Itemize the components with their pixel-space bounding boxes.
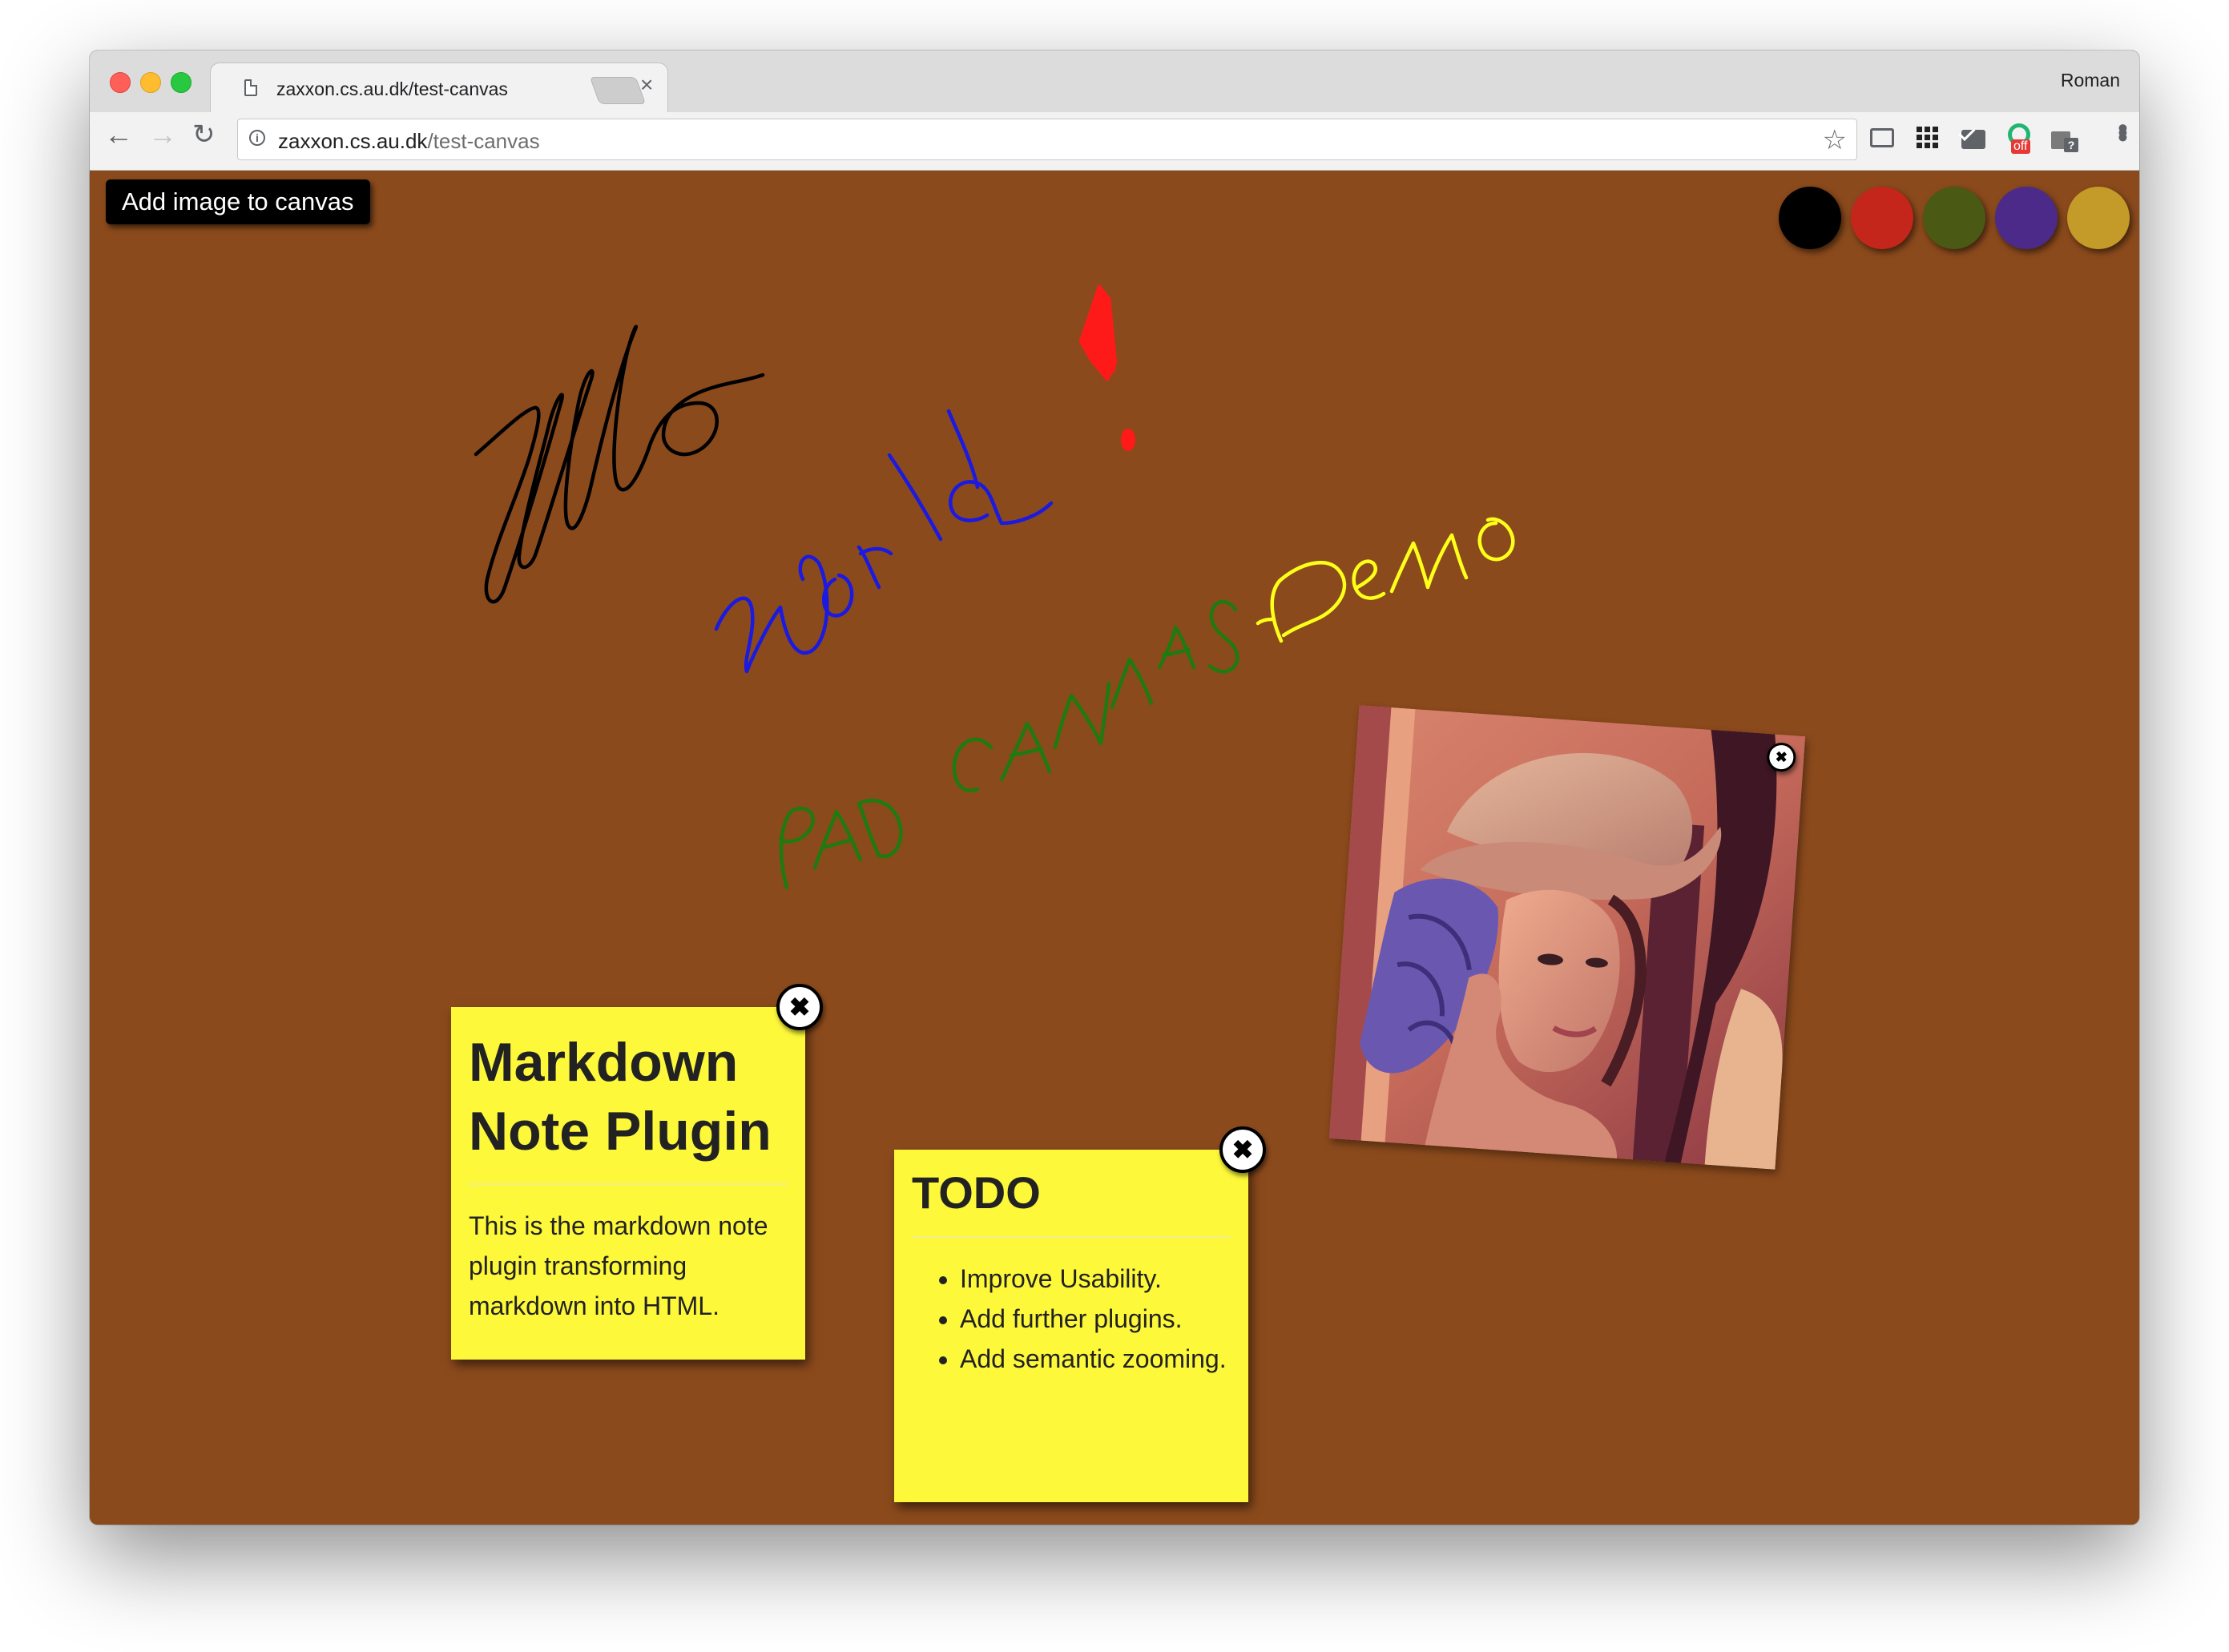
close-note-button[interactable]: ✖ bbox=[1219, 1126, 1266, 1173]
back-arrow-icon[interactable]: ← bbox=[104, 120, 133, 149]
extension-help-icon[interactable]: ? bbox=[2051, 125, 2080, 152]
browser-window: zaxxon.cs.au.dk/test-canvas × Roman ← → … bbox=[90, 50, 2139, 1525]
tab-strip: zaxxon.cs.au.dk/test-canvas × Roman bbox=[90, 50, 2139, 114]
browser-menu-icon[interactable]: ••• bbox=[2107, 123, 2138, 138]
url-path: /test-canvas bbox=[427, 129, 540, 153]
forward-arrow-icon[interactable]: → bbox=[148, 120, 177, 149]
note-title: Markdown Note Plugin bbox=[469, 1032, 772, 1162]
grid-cell bbox=[1925, 127, 1930, 132]
cast-icon[interactable] bbox=[1870, 128, 1894, 147]
grid-cell bbox=[1933, 143, 1938, 148]
url-text[interactable]: zaxxon.cs.au.dk/test-canvas bbox=[278, 129, 540, 154]
grid-cell bbox=[1917, 127, 1922, 132]
info-icon[interactable]: i bbox=[249, 130, 265, 146]
note-divider bbox=[469, 1183, 788, 1185]
profile-name[interactable]: Roman bbox=[2061, 70, 2120, 91]
note-divider bbox=[912, 1236, 1231, 1238]
tab-close-icon[interactable]: × bbox=[640, 74, 653, 96]
ink-stroke-pad-canvas bbox=[778, 599, 1239, 890]
note-body: This is the markdown note plugin transfo… bbox=[469, 1211, 768, 1320]
close-note-button[interactable]: ✖ bbox=[776, 984, 823, 1030]
bookmark-star-icon[interactable]: ☆ bbox=[1823, 124, 1847, 156]
new-tab-button[interactable] bbox=[589, 77, 647, 104]
grid-cell bbox=[1917, 135, 1922, 140]
grid-cell bbox=[1933, 135, 1938, 140]
apps-grid-icon[interactable] bbox=[1917, 127, 1939, 149]
reload-icon[interactable]: ↻ bbox=[192, 121, 216, 148]
maximize-window-button[interactable] bbox=[171, 72, 191, 93]
mail-check-icon[interactable] bbox=[1961, 130, 1985, 149]
ink-stroke-world bbox=[714, 409, 1054, 674]
page-icon bbox=[244, 79, 257, 96]
grid-cell bbox=[1925, 143, 1930, 148]
off-badge: off bbox=[2011, 139, 2030, 154]
ink-stroke-demo bbox=[1256, 517, 1515, 643]
drawing-canvas[interactable]: Add image to canvas ✖ Markdown Note Plug… bbox=[90, 171, 2139, 1525]
tab-title: zaxxon.cs.au.dk/test-canvas bbox=[276, 79, 508, 99]
browser-toolbar: ← → ↻ i zaxxon.cs.au.dk/test-canvas ☆ of… bbox=[90, 112, 2139, 171]
canvas-image[interactable]: ✖ bbox=[1328, 705, 1806, 1170]
address-bar[interactable]: i zaxxon.cs.au.dk/test-canvas ☆ bbox=[237, 119, 1857, 160]
help-badge: ? bbox=[2064, 138, 2078, 152]
close-window-button[interactable] bbox=[110, 72, 131, 93]
note-title: TODO bbox=[912, 1167, 1041, 1218]
markdown-note[interactable]: Markdown Note Plugin This is the markdow… bbox=[451, 1007, 805, 1360]
portrait-photo bbox=[1328, 705, 1806, 1170]
extension-off-icon[interactable]: off bbox=[2006, 123, 2034, 155]
ink-stroke-hello bbox=[474, 324, 765, 604]
grid-cell bbox=[1917, 143, 1922, 148]
grid-cell bbox=[1933, 127, 1938, 132]
todo-note[interactable]: TODO Improve Usability. Add further plug… bbox=[894, 1150, 1248, 1502]
url-host: zaxxon.cs.au.dk bbox=[278, 129, 428, 153]
todo-list: Improve Usability. Add further plugins. … bbox=[894, 1259, 1248, 1379]
list-item: Add further plugins. bbox=[960, 1299, 1231, 1339]
minimize-window-button[interactable] bbox=[140, 72, 161, 93]
list-item: Improve Usability. bbox=[960, 1259, 1231, 1299]
ink-stroke-exclamation bbox=[1078, 284, 1135, 451]
grid-cell bbox=[1925, 135, 1930, 140]
list-item: Add semantic zooming. bbox=[960, 1339, 1231, 1379]
